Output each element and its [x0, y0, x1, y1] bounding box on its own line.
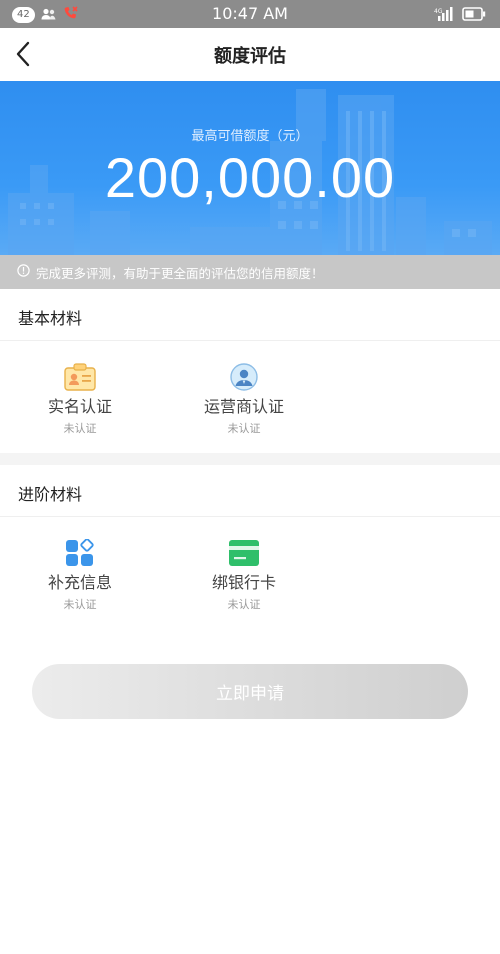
- id-card-icon: [64, 363, 96, 391]
- real-name-auth-status: 未认证: [63, 422, 97, 435]
- carrier-avatar-icon: [230, 363, 258, 391]
- signal-icon: 4G: [434, 6, 454, 25]
- notice-text: 完成更多评测，有助于更全面的评估您的信用额度！: [36, 265, 324, 281]
- divider: [0, 516, 500, 517]
- real-name-auth-label: 实名认证: [47, 397, 112, 416]
- credit-limit-hero: 最高可借额度（元） 200,000.00: [0, 81, 500, 255]
- credit-limit-amount: 200,000.00: [104, 146, 396, 209]
- advanced-materials-title: 进阶材料: [18, 485, 83, 504]
- status-time: 10:47 AM: [212, 4, 288, 23]
- supplementary-info-item[interactable]: 补充信息 未认证: [10, 539, 150, 612]
- supplementary-info-status: 未认证: [63, 598, 97, 611]
- divider: [0, 340, 500, 341]
- battery-icon: [462, 6, 486, 25]
- credit-limit-label: 最高可借额度（元）: [191, 129, 309, 144]
- bind-bank-card-item[interactable]: 绑银行卡 未认证: [174, 539, 314, 612]
- bank-card-icon: [229, 540, 259, 566]
- carrier-auth-status: 未认证: [227, 422, 261, 435]
- apply-now-button[interactable]: 立即申请: [32, 664, 468, 719]
- apps-grid-icon: [66, 539, 94, 566]
- info-icon: [17, 264, 30, 280]
- svg-text:4G: 4G: [434, 8, 443, 15]
- status-bar: 42 10:47 AM 4G: [0, 0, 500, 28]
- section-gap: [0, 453, 500, 465]
- page-title: 额度评估: [214, 46, 286, 67]
- real-name-auth-item[interactable]: 实名认证 未认证: [10, 363, 150, 436]
- basic-materials-title: 基本材料: [18, 309, 83, 328]
- carrier-auth-item[interactable]: 运营商认证 未认证: [174, 363, 314, 436]
- bind-bank-card-status: 未认证: [227, 598, 261, 611]
- notice-bar: 完成更多评测，有助于更全面的评估您的信用额度！: [0, 255, 500, 289]
- supplementary-info-label: 补充信息: [47, 573, 112, 592]
- nav-bar: 额度评估: [0, 28, 500, 81]
- carrier-auth-label: 运营商认证: [203, 397, 284, 416]
- bind-bank-card-label: 绑银行卡: [211, 573, 276, 592]
